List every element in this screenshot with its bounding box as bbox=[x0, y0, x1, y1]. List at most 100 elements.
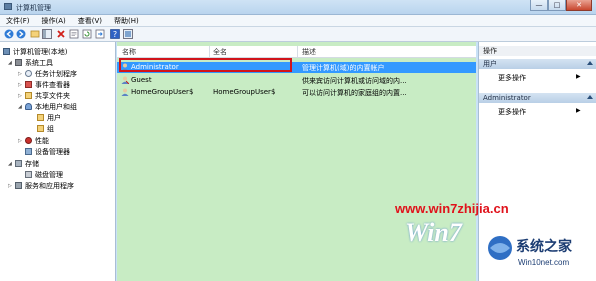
more-actions-link[interactable]: 更多操作 ▶ bbox=[498, 73, 581, 83]
user-name: HomeGroupUser$ bbox=[131, 88, 194, 96]
collapse-arrow-icon[interactable]: ▷ bbox=[8, 183, 13, 189]
tree-item-label: 计算机管理(本地) bbox=[13, 47, 68, 56]
close-button[interactable]: ✕ bbox=[566, 0, 592, 11]
more-actions-link[interactable]: 更多操作 ▶ bbox=[498, 107, 581, 117]
user-name: Guest bbox=[131, 76, 152, 84]
window-controls: — □ ✕ bbox=[530, 0, 592, 12]
collapse-icon[interactable] bbox=[587, 95, 593, 99]
tree-item-shared-folders[interactable]: ▷ 共享文件夹 bbox=[18, 91, 70, 100]
tools-icon bbox=[15, 59, 22, 66]
collapse-arrow-icon[interactable]: ▷ bbox=[18, 93, 23, 99]
menu-help[interactable]: 帮助(H) bbox=[108, 15, 145, 26]
collapse-icon[interactable] bbox=[587, 61, 593, 65]
watermark-brand: 系统之家 Win10net.com bbox=[478, 230, 596, 280]
table-row[interactable]: Guest 供来宾访问计算机或访问域的内... bbox=[117, 75, 476, 86]
tree-item-label: 事件查看器 bbox=[35, 80, 70, 89]
table-row[interactable]: HomeGroupUser$ HomeGroupUser$ 可以访问计算机的家庭… bbox=[117, 87, 476, 98]
user-icon bbox=[121, 88, 129, 96]
menu-bar: 文件(F) 操作(A) 查看(V) 帮助(H) bbox=[0, 15, 596, 27]
highlight-box bbox=[119, 58, 292, 72]
menu-file[interactable]: 文件(F) bbox=[0, 15, 36, 26]
clock-icon bbox=[25, 70, 32, 77]
tree-item-services-apps[interactable]: ▷ 服务和应用程序 bbox=[8, 181, 74, 190]
tree-item-device-manager[interactable]: 设备管理器 bbox=[25, 147, 70, 156]
list-header: 名称 全名 描述 bbox=[117, 46, 476, 58]
delete-icon[interactable] bbox=[56, 29, 66, 39]
show-hide-tree-icon[interactable] bbox=[42, 29, 52, 39]
properties-icon[interactable] bbox=[69, 29, 79, 39]
title-bar: 计算机管理 — □ ✕ bbox=[0, 0, 596, 15]
help-icon[interactable]: ? bbox=[110, 29, 120, 39]
view-icon[interactable] bbox=[123, 29, 133, 39]
tree-item-label: 设备管理器 bbox=[35, 147, 70, 156]
expand-arrow-icon[interactable]: ◢ bbox=[8, 161, 13, 167]
actions-section-users[interactable]: 用户 bbox=[479, 59, 596, 69]
tree-item-label: 本地用户和组 bbox=[35, 102, 77, 111]
minimize-button[interactable]: — bbox=[530, 0, 548, 11]
tree-item-label: 组 bbox=[47, 124, 54, 133]
tree-item-groups[interactable]: 组 bbox=[37, 124, 54, 133]
console-tree: 计算机管理(本地) ◢ 系统工具 ▷ 任务计划程序 ▷ 事件查看器 ▷ 共享文件… bbox=[0, 42, 116, 281]
tree-item-task-scheduler[interactable]: ▷ 任务计划程序 bbox=[18, 69, 77, 78]
toolbar: ? bbox=[0, 27, 596, 42]
section-label: Administrator bbox=[483, 94, 531, 102]
services-icon bbox=[15, 182, 22, 189]
watermark-url: www.win7zhijia.cn bbox=[395, 201, 509, 216]
tree-item-local-users-groups[interactable]: ◢ 本地用户和组 bbox=[18, 102, 77, 111]
column-header-fullname[interactable]: 全名 bbox=[213, 47, 227, 57]
user-description: 供来宾访问计算机或访问域的内... bbox=[302, 77, 407, 85]
column-header-description[interactable]: 描述 bbox=[302, 47, 316, 57]
expand-arrow-icon[interactable]: ◢ bbox=[8, 60, 13, 66]
forward-icon[interactable] bbox=[16, 29, 26, 39]
event-log-icon bbox=[25, 81, 32, 88]
tree-item-label: 存储 bbox=[25, 159, 39, 168]
tree-item-performance[interactable]: ▷ 性能 bbox=[18, 136, 49, 145]
computer-icon bbox=[3, 48, 10, 55]
more-actions-label: 更多操作 bbox=[498, 108, 526, 116]
user-description: 管理计算机(域)的内置帐户 bbox=[302, 64, 385, 72]
tree-item-label: 用户 bbox=[47, 113, 61, 122]
back-icon[interactable] bbox=[4, 29, 14, 39]
users-icon bbox=[25, 103, 32, 110]
up-icon[interactable] bbox=[30, 29, 40, 39]
tree-item-event-viewer[interactable]: ▷ 事件查看器 bbox=[18, 80, 70, 89]
column-divider[interactable] bbox=[297, 46, 298, 57]
tree-item-system-tools[interactable]: ◢ 系统工具 bbox=[8, 58, 53, 67]
user-icon bbox=[121, 76, 129, 84]
tree-item-disk-management[interactable]: 磁盘管理 bbox=[25, 170, 63, 179]
brand-globe-icon bbox=[488, 236, 512, 260]
tree-item-users[interactable]: 用户 bbox=[37, 113, 61, 122]
brand-url: Win10net.com bbox=[518, 258, 570, 267]
tree-item-label: 共享文件夹 bbox=[35, 91, 70, 100]
brand-name: 系统之家 bbox=[516, 238, 572, 254]
tree-item-storage[interactable]: ◢ 存储 bbox=[8, 159, 39, 168]
tree-item-label: 系统工具 bbox=[25, 58, 53, 67]
menu-view[interactable]: 查看(V) bbox=[72, 15, 108, 26]
section-label: 用户 bbox=[483, 60, 497, 68]
maximize-button[interactable]: □ bbox=[548, 0, 566, 11]
tree-item-root[interactable]: 计算机管理(本地) bbox=[3, 47, 67, 56]
user-fullname: HomeGroupUser$ bbox=[213, 88, 276, 96]
folder-icon bbox=[37, 125, 44, 132]
collapse-arrow-icon[interactable]: ▷ bbox=[18, 71, 23, 77]
column-divider[interactable] bbox=[209, 46, 210, 57]
device-manager-icon bbox=[25, 148, 32, 155]
column-header-name[interactable]: 名称 bbox=[122, 47, 136, 57]
menu-action[interactable]: 操作(A) bbox=[36, 15, 72, 26]
tree-item-label: 服务和应用程序 bbox=[25, 181, 74, 190]
refresh-icon[interactable] bbox=[82, 29, 92, 39]
user-description: 可以访问计算机的家庭组的内置... bbox=[302, 89, 407, 97]
actions-section-administrator[interactable]: Administrator bbox=[479, 93, 596, 103]
computer-management-icon bbox=[4, 3, 12, 10]
expand-arrow-icon[interactable]: ◢ bbox=[18, 104, 23, 110]
tree-item-label: 任务计划程序 bbox=[35, 69, 77, 78]
more-actions-label: 更多操作 bbox=[498, 74, 526, 82]
collapse-arrow-icon[interactable]: ▷ bbox=[18, 82, 23, 88]
svg-text:?: ? bbox=[113, 30, 117, 39]
watermark-logo: Win7 bbox=[405, 218, 462, 247]
storage-icon bbox=[15, 160, 22, 167]
export-icon[interactable] bbox=[95, 29, 105, 39]
collapse-arrow-icon[interactable]: ▷ bbox=[18, 138, 23, 144]
shared-folder-icon bbox=[25, 92, 32, 99]
tree-item-label: 性能 bbox=[35, 136, 49, 145]
